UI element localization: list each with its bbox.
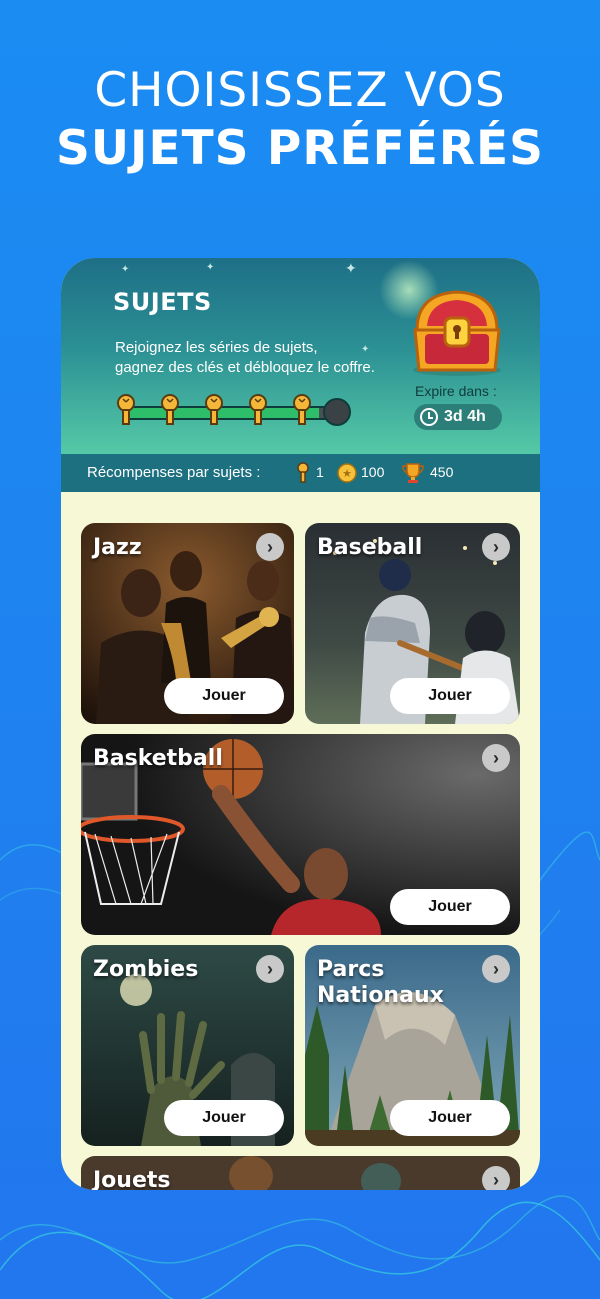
play-button[interactable]: Jouer: [390, 1100, 510, 1136]
key-icon: [117, 394, 135, 425]
play-button[interactable]: Jouer: [164, 678, 284, 714]
key-icon: [161, 394, 179, 425]
section-title: SUJETS: [113, 288, 212, 316]
topic-card-jazz[interactable]: Jazz › Jouer: [81, 523, 294, 724]
play-button[interactable]: Jouer: [164, 1100, 284, 1136]
chevron-right-icon[interactable]: ›: [482, 533, 510, 561]
treasure-chest-icon[interactable]: [407, 286, 507, 378]
header-description: Rejoignez les séries de sujets, gagnez d…: [115, 339, 375, 376]
chevron-right-icon[interactable]: ›: [256, 955, 284, 983]
topic-card-basketball[interactable]: Basketball › Jouer: [81, 734, 520, 935]
trophy-icon: [402, 463, 424, 483]
headline-line1: CHOISISSEZ VOS: [94, 63, 506, 118]
reward-coins-value: 100: [361, 464, 385, 480]
topic-card-parcs-nationaux[interactable]: Parcs Nationaux › Jouer: [305, 945, 520, 1146]
app-screen: ✦ ✦ ✦ ✦ SUJETS Rejoignez les séries de s…: [61, 258, 540, 1190]
key-icon: [293, 394, 311, 425]
star-icon: ✦: [206, 262, 215, 273]
play-button[interactable]: Jouer: [390, 889, 510, 925]
progress-end-knob: [323, 398, 351, 426]
chevron-right-icon[interactable]: ›: [482, 744, 510, 772]
star-icon: ✦: [345, 260, 357, 276]
topic-name: Zombies: [93, 957, 199, 982]
svg-text:★: ★: [342, 467, 352, 480]
topic-card-jouets[interactable]: Jouets ›: [81, 1156, 520, 1190]
reward-trophies-value: 450: [430, 464, 454, 480]
rewards-bar: Récompenses par sujets : 1 ★ 100 450: [61, 454, 540, 492]
key-icon: [205, 394, 223, 425]
key-progress: [113, 390, 353, 430]
topic-name: Parcs Nationaux: [317, 957, 444, 1008]
play-button[interactable]: Jouer: [390, 678, 510, 714]
clock-icon: [420, 408, 438, 426]
reward-keys-value: 1: [316, 464, 324, 480]
topic-name: Jouets: [93, 1168, 171, 1190]
topic-name: Baseball: [317, 535, 423, 560]
topic-card-zombies[interactable]: Zombies › Jouer: [81, 945, 294, 1146]
rewards-label: Récompenses par sujets :: [87, 464, 261, 481]
chevron-right-icon[interactable]: ›: [482, 1166, 510, 1190]
expire-timer: 3d 4h: [414, 404, 502, 430]
topic-card-baseball[interactable]: Baseball › Jouer: [305, 523, 520, 724]
chevron-right-icon[interactable]: ›: [482, 955, 510, 983]
headline: CHOISISSEZ VOS SUJETS PRÉFÉRÉS: [0, 62, 600, 178]
headline-line2: SUJETS PRÉFÉRÉS: [56, 121, 544, 176]
expire-label: Expire dans :: [415, 383, 497, 399]
topic-name: Jazz: [93, 535, 142, 560]
key-icon: [297, 462, 309, 483]
key-icon: [249, 394, 267, 425]
topics-header: ✦ ✦ ✦ ✦ SUJETS Rejoignez les séries de s…: [61, 258, 540, 454]
coin-icon: ★: [337, 463, 357, 483]
chevron-right-icon[interactable]: ›: [256, 533, 284, 561]
topic-name: Basketball: [93, 746, 223, 771]
star-icon: ✦: [121, 264, 130, 275]
